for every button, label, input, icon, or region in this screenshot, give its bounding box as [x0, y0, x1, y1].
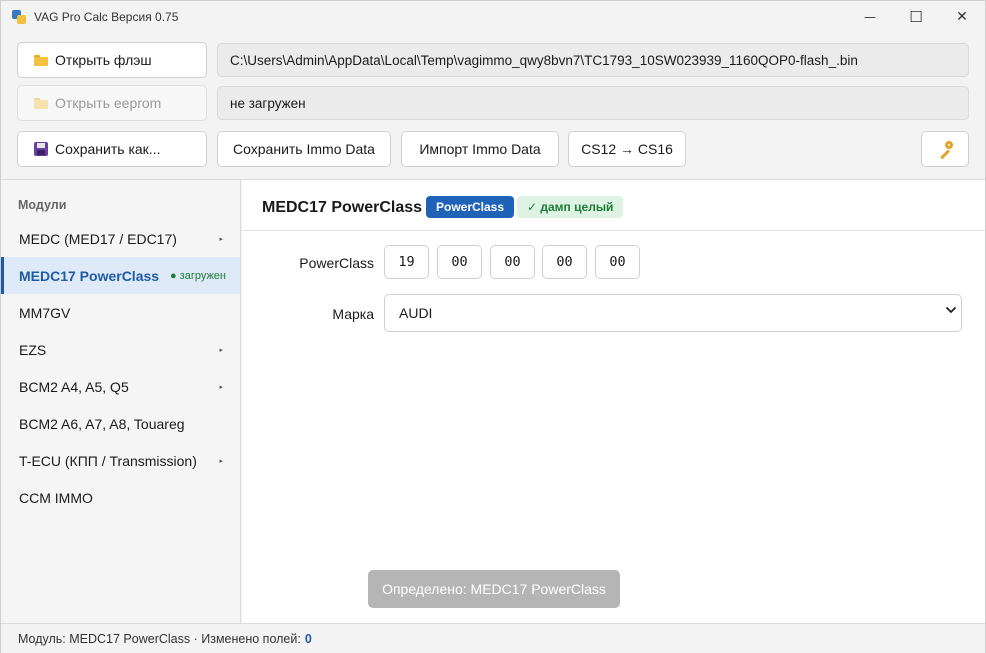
- maximize-icon: ☐: [909, 8, 923, 26]
- powerclass-label: PowerClass: [299, 255, 374, 271]
- chevron-down-icon: [946, 307, 956, 313]
- sidebar-item-medc17-powerclass[interactable]: MEDC17 PowerClass ● загружен: [1, 257, 240, 294]
- submenu-arrow-icon: ▸: [219, 234, 223, 243]
- powerclass-byte-1[interactable]: 00: [437, 245, 482, 279]
- open-eeprom-label: Открыть eeprom: [55, 95, 162, 111]
- brand-label: Марка: [332, 306, 374, 322]
- sidebar-item-bcm2-a4[interactable]: BCM2 A4, A5, Q5 ▸: [1, 368, 240, 405]
- sidebar-item-mm7gv[interactable]: MM7GV: [1, 294, 240, 331]
- submenu-arrow-icon: ▸: [219, 382, 223, 391]
- module-type-badge: PowerClass: [426, 196, 515, 218]
- sidebar-header: Модули: [18, 198, 67, 212]
- sidebar-item-label: CCM IMMO: [19, 489, 93, 506]
- loaded-status-badge: ● загружен: [169, 269, 226, 282]
- open-flash-button[interactable]: Открыть флэш: [17, 42, 207, 78]
- sidebar-item-label: T-ECU (КПП / Transmission): [19, 452, 197, 469]
- minimize-icon: —: [864, 10, 876, 24]
- close-icon: ✕: [956, 9, 968, 25]
- toolbar: Открыть флэш C:\Users\Admin\AppData\Loca…: [1, 33, 985, 180]
- save-as-label: Сохранить как...: [55, 141, 161, 157]
- modules-sidebar: Модули MEDC (MED17 / EDC17) ▸ MEDC17 Pow…: [1, 180, 241, 623]
- minimize-button[interactable]: —: [847, 1, 893, 33]
- submenu-arrow-icon: ▸: [219, 456, 223, 465]
- sidebar-item-medc[interactable]: MEDC (MED17 / EDC17) ▸: [1, 220, 240, 257]
- sidebar-item-label: MEDC (MED17 / EDC17): [19, 230, 177, 247]
- cs12-to-cs16-button[interactable]: CS12 → CS16: [568, 131, 686, 167]
- sidebar-item-label: MEDC17 PowerClass: [19, 267, 160, 284]
- brand-select-value: AUDI: [399, 305, 433, 321]
- folder-icon: [34, 54, 48, 66]
- app-logo-icon: [12, 10, 26, 24]
- submenu-arrow-icon: ▸: [219, 345, 223, 354]
- maximize-button[interactable]: ☐: [893, 1, 939, 33]
- window-title: VAG Pro Calc Версия 0.75: [34, 10, 179, 24]
- sidebar-item-label: EZS: [19, 341, 47, 358]
- module-header: MEDC17 PowerClass PowerClass ✓ дамп целы…: [242, 180, 985, 231]
- sidebar-item-label: BCM2 A4, A5, Q5: [19, 378, 129, 395]
- sidebar-item-bcm2-a6[interactable]: BCM2 A6, A7, A8, Touareg: [1, 405, 240, 442]
- open-eeprom-button[interactable]: Открыть eeprom: [17, 85, 207, 121]
- close-button[interactable]: ✕: [939, 1, 985, 33]
- status-text: Модуль: MEDC17 PowerClass · Изменено пол…: [18, 631, 301, 646]
- open-flash-label: Открыть флэш: [55, 52, 152, 68]
- folder-icon: [34, 97, 48, 109]
- save-immo-button[interactable]: Сохранить Immo Data: [217, 131, 391, 167]
- key-icon: [936, 140, 954, 160]
- sidebar-item-ccm-immo[interactable]: CCM IMMO: [1, 479, 240, 516]
- page-title: MEDC17 PowerClass: [262, 199, 423, 216]
- brand-select[interactable]: AUDI: [384, 294, 962, 332]
- detected-module-button[interactable]: Определено: MEDC17 PowerClass: [368, 570, 620, 608]
- sidebar-item-t-ecu[interactable]: T-ECU (КПП / Transmission) ▸: [1, 442, 240, 479]
- sidebar-item-label: MM7GV: [19, 304, 71, 321]
- powerclass-byte-2[interactable]: 00: [490, 245, 535, 279]
- key-button[interactable]: [921, 131, 969, 167]
- floppy-disk-icon: [34, 142, 48, 156]
- status-bar: Модуль: MEDC17 PowerClass · Изменено пол…: [1, 623, 985, 653]
- title-bar[interactable]: VAG Pro Calc Версия 0.75 — ☐ ✕: [1, 1, 985, 33]
- module-panel: MEDC17 PowerClass PowerClass ✓ дамп целы…: [242, 180, 985, 623]
- app-window: VAG Pro Calc Версия 0.75 — ☐ ✕ Открыть ф…: [0, 0, 986, 653]
- sidebar-item-label: BCM2 A6, A7, A8, Touareg: [19, 415, 185, 432]
- changed-fields-count: 0: [304, 631, 312, 646]
- save-as-button[interactable]: Сохранить как...: [17, 131, 207, 167]
- flash-path-field[interactable]: C:\Users\Admin\AppData\Local\Temp\vagimm…: [217, 43, 969, 77]
- powerclass-byte-4[interactable]: 00: [595, 245, 640, 279]
- powerclass-byte-3[interactable]: 00: [542, 245, 587, 279]
- dump-status-badge: ✓ дамп целый: [517, 196, 624, 218]
- import-immo-button[interactable]: Импорт Immo Data: [401, 131, 559, 167]
- powerclass-byte-0[interactable]: 19: [384, 245, 429, 279]
- sidebar-item-ezs[interactable]: EZS ▸: [1, 331, 240, 368]
- eeprom-path-field[interactable]: не загружен: [217, 86, 969, 120]
